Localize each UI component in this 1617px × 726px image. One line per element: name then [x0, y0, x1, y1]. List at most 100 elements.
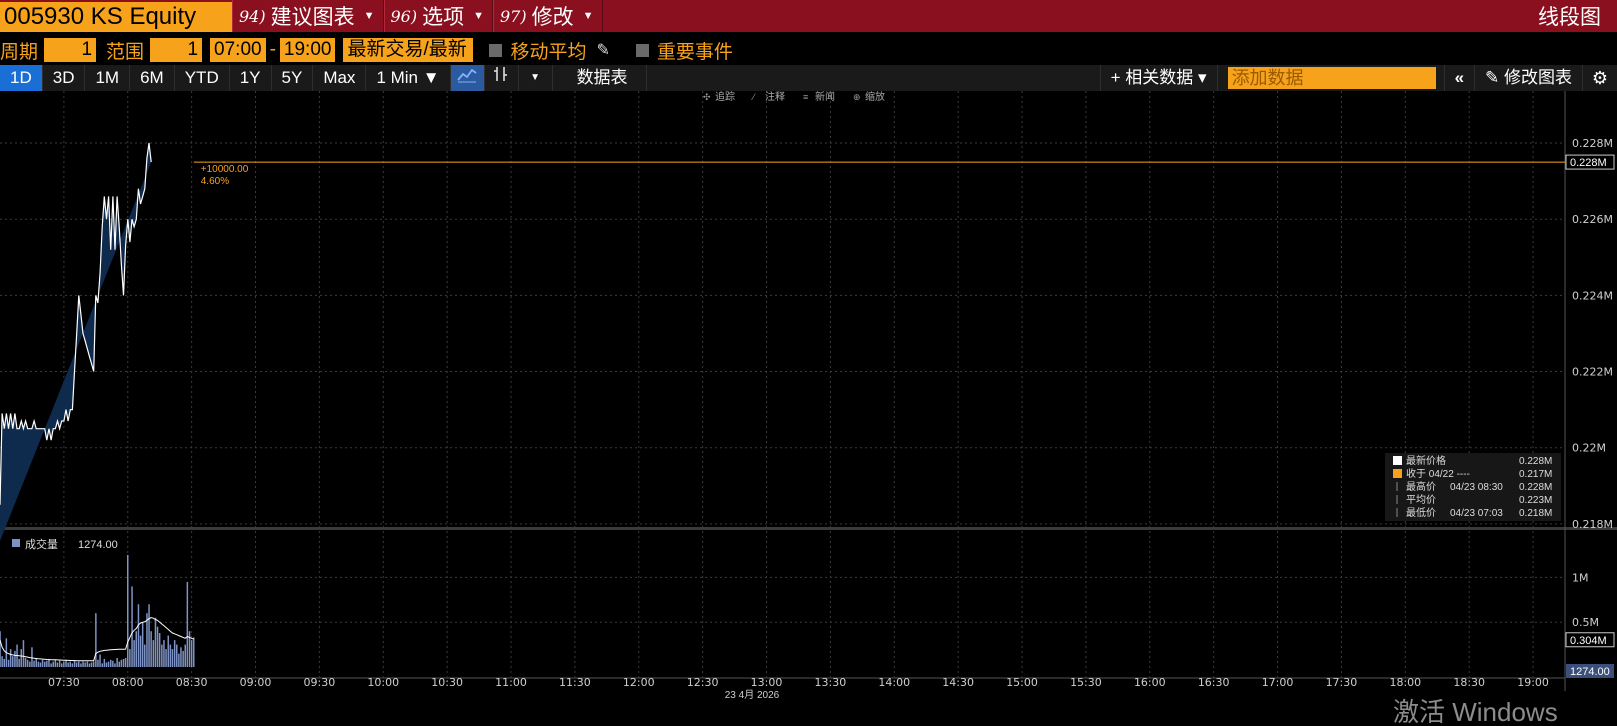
panel-divider[interactable] [0, 527, 1617, 530]
trade-mode-select[interactable]: 最新交易/最新 [343, 38, 474, 62]
volume-bar [75, 662, 78, 667]
chart-type-dropdown-icon[interactable]: ▼ [519, 65, 553, 91]
y-tick-label: 0.224M [1572, 289, 1613, 302]
menu-number: 97) [500, 6, 527, 26]
x-tick-label: 16:00 [1134, 676, 1166, 689]
data-table-button[interactable]: 数据表 [559, 65, 647, 91]
legend-label: 收于 04/22 ---- [1406, 467, 1470, 480]
volume-legend: 成交量 1274.00 [12, 537, 118, 551]
end-time-input[interactable]: 19:00 [279, 38, 336, 62]
x-tick-label: 18:30 [1453, 676, 1485, 689]
volume-bar [52, 661, 54, 667]
volume-bar [92, 661, 95, 667]
chart-tool-icon[interactable]: ✣ [703, 92, 711, 102]
price-chart[interactable]: ✣ 追踪 ⁄ 注释 ≡ 新闻 ⊕ 缩放 +10000.004.60% 0.228M 0.304M… [0, 91, 1617, 726]
events-checkbox[interactable] [635, 43, 649, 57]
chart-tool-4[interactable]: 缩放 [865, 91, 885, 103]
volume-avg-tag: 0.304M [1570, 635, 1607, 647]
volume-bar [167, 635, 169, 667]
volume-bar [184, 644, 186, 667]
range-1d[interactable]: 1D [0, 65, 43, 91]
x-tick-label: 08:00 [112, 676, 144, 689]
menu-modify[interactable]: 97) 修改 ▼ [493, 0, 603, 32]
y-tick-label: 0.218M [1572, 518, 1613, 531]
legend-label: 平均价 [1406, 494, 1436, 506]
chevron-down-icon: ▼ [473, 10, 484, 22]
volume-bar [12, 656, 14, 667]
volume-bar [118, 661, 120, 667]
x-tick-label: 12:00 [623, 676, 655, 689]
range-input[interactable]: 1 [150, 38, 203, 62]
edit-chart-button[interactable]: ✎ 修改图表 [1475, 65, 1583, 91]
volume-bar [0, 631, 1, 667]
volume-bar [101, 663, 103, 667]
bar-chart-icon[interactable] [485, 65, 519, 91]
collapse-icon[interactable]: « [1443, 65, 1476, 91]
volume-bar [180, 647, 182, 667]
legend-value: 0.218M [1519, 508, 1552, 519]
y-tick-label: 0.228M [1572, 137, 1613, 150]
volume-y-tick-label: 1M [1572, 571, 1589, 584]
legend-value: 0.223M [1519, 495, 1552, 506]
volume-bar [67, 662, 69, 667]
volume-bar [176, 644, 178, 667]
volume-bar [129, 649, 131, 667]
x-tick-label: 14:00 [878, 676, 910, 689]
line-chart-icon[interactable] [450, 65, 485, 91]
chart-tool-icon[interactable]: ⁄ [751, 92, 756, 102]
volume-bar [99, 654, 101, 667]
gear-icon[interactable]: ⚙ [1583, 65, 1617, 91]
x-tick-label: 07:30 [48, 676, 80, 689]
range-5y[interactable]: 5Y [272, 65, 314, 91]
add-data-input[interactable]: 添加数据 [1227, 67, 1436, 89]
volume-bar [131, 586, 133, 667]
menu-options[interactable]: 96) 选项 ▼ [383, 0, 493, 32]
volume-y-tick-label: 0.5M [1572, 616, 1599, 629]
chevron-down-icon: ▼ [363, 10, 375, 22]
pencil-icon[interactable]: ✎ [596, 40, 609, 60]
chart-tool-1[interactable]: 追踪 [715, 91, 735, 103]
volume-bar [137, 604, 140, 667]
chart-tools-bar: ✣ 追踪 ⁄ 注释 ≡ 新闻 ⊕ 缩放 [703, 91, 885, 103]
related-data-button[interactable]: + 相关数据 ▾ [1099, 65, 1218, 91]
legend-label: 最低价 [1406, 506, 1436, 519]
volume-bar [103, 658, 106, 667]
volume-bar [107, 661, 110, 667]
volume-bar [33, 660, 35, 667]
range-max[interactable]: Max [313, 65, 367, 91]
volume-bar [110, 659, 112, 667]
legend-swatch [1393, 456, 1402, 465]
volume-bar [56, 662, 59, 667]
range-ytd[interactable]: YTD [175, 65, 230, 91]
y-tick-label: 0.226M [1572, 213, 1613, 226]
chart-tool-icon[interactable]: ⊕ [853, 92, 861, 102]
menu-suggested-charts[interactable]: 94) 建议图表 ▼ [232, 0, 384, 32]
volume-bar [29, 661, 31, 667]
start-time-input[interactable]: 07:00 [210, 38, 266, 62]
range-label: 范围 [106, 41, 145, 63]
x-tick-label: 19:00 [1517, 676, 1549, 689]
chart-legend: 最新价格 0.228M 收于 04/22 ---- 0.217M 最高价 04/23 08… [1385, 453, 1561, 521]
chart-tool-icon[interactable]: ≡ [803, 92, 808, 102]
range-1y[interactable]: 1Y [230, 65, 272, 91]
range-3d[interactable]: 3D [43, 65, 86, 91]
ticker-field[interactable]: 005930 KS Equity [0, 1, 232, 32]
period-input[interactable]: 1 [44, 38, 97, 62]
volume-bar [7, 659, 10, 667]
chart-tool-3[interactable]: 新闻 [815, 91, 835, 103]
chart-tool-2[interactable]: 注释 [765, 91, 785, 103]
volume-bar [178, 653, 180, 667]
legend-label: 最新价格 [1406, 454, 1446, 467]
range-1m[interactable]: 1M [85, 65, 131, 91]
title-bar: 005930 KS Equity 94) 建议图表 ▼ 96) 选项 ▼ 97)… [0, 0, 1617, 32]
period-label: 周期 [0, 41, 39, 63]
legend-date: 04/23 07:03 [1450, 508, 1503, 519]
time-dash: - [269, 39, 276, 60]
interval-select[interactable]: 1 Min ▼ [366, 65, 451, 91]
volume-bar [37, 661, 40, 667]
range-6m[interactable]: 6M [130, 65, 175, 91]
moving-average-checkbox[interactable] [489, 43, 503, 57]
volume-bar [186, 581, 189, 667]
x-tick-label: 10:00 [367, 676, 399, 689]
volume-bar [171, 649, 174, 667]
